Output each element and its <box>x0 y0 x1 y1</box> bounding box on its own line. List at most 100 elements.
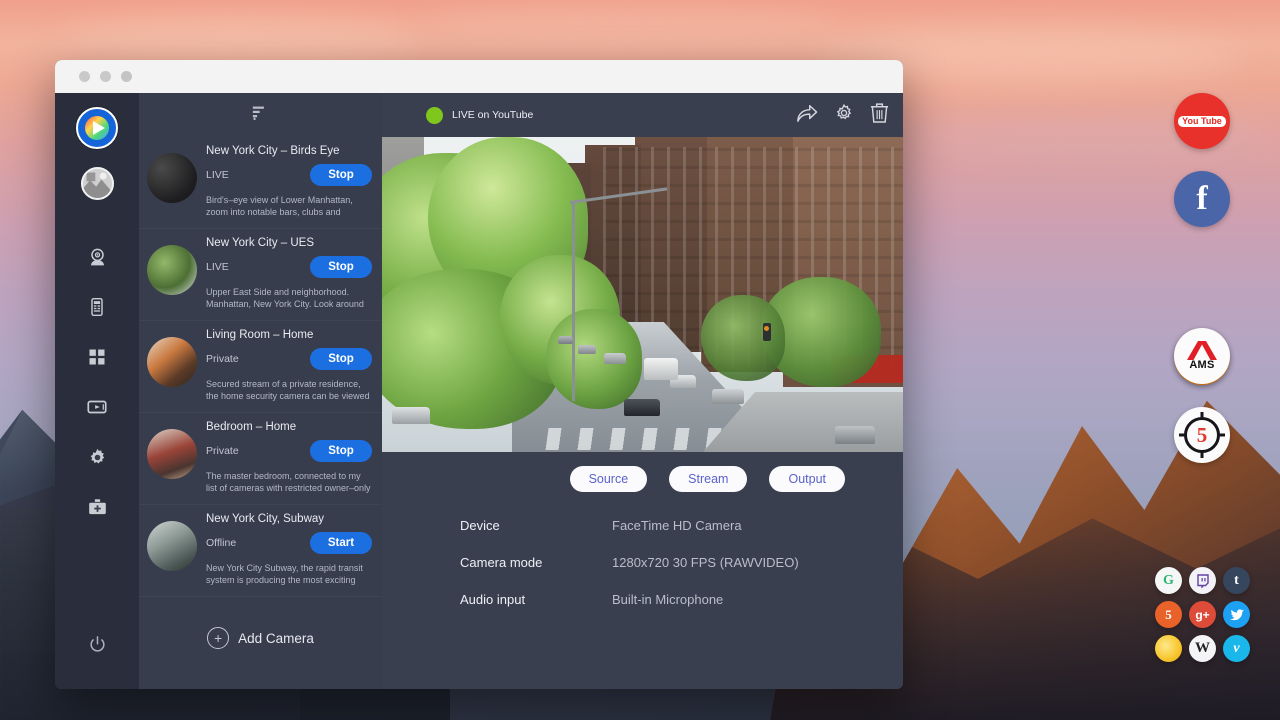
youtube-label: You Tube <box>1178 116 1226 127</box>
googleplus-icon[interactable]: g+ <box>1189 601 1216 628</box>
tab-stream[interactable]: Stream <box>669 466 747 492</box>
tab-output[interactable]: Output <box>769 466 845 492</box>
wordpress-label: W <box>1195 640 1210 657</box>
user-avatar[interactable] <box>81 167 114 200</box>
live-indicator-dot <box>426 107 443 124</box>
camera-status-row: LIVE Stop <box>206 256 372 278</box>
main-panel: LIVE on YouTube <box>382 93 903 689</box>
camera-status-row: OfflineStart <box>206 532 372 554</box>
zoom-button[interactable] <box>121 71 132 82</box>
camera-status: Private <box>206 353 239 365</box>
share-icon[interactable] <box>796 103 818 128</box>
tumblr-icon[interactable]: t <box>1223 567 1250 594</box>
sort-filter-icon[interactable] <box>252 104 269 126</box>
facebook-icon[interactable]: f <box>1174 171 1230 227</box>
googleplus-label: g+ <box>1195 608 1209 622</box>
video-player-icon <box>86 396 108 418</box>
sidebar-item-cameras[interactable] <box>74 234 120 280</box>
camera-description: The master bedroom, connected to my list… <box>206 470 372 494</box>
five-target-icon[interactable]: 5 <box>1174 407 1230 463</box>
sort-filter-glyph <box>252 104 269 121</box>
app-logo[interactable] <box>76 107 118 149</box>
source-details: DeviceFaceTime HD Camera Camera mode1280x… <box>382 492 903 629</box>
camera-name: Bedroom – Home <box>206 421 372 433</box>
subway-thumb <box>147 521 197 571</box>
camera-info: Bedroom – Home PrivateStop The master bedr… <box>206 421 372 494</box>
minimize-button[interactable] <box>100 71 111 82</box>
camera-stop-button[interactable]: Stop <box>310 348 372 370</box>
car <box>578 345 596 354</box>
camera-description: Secured stream of a private residence, t… <box>206 378 372 402</box>
bedroom-thumb <box>147 429 197 479</box>
power-button[interactable] <box>88 635 107 659</box>
grid-icon <box>87 347 107 367</box>
google-label: G <box>1163 573 1174 589</box>
avatar-photo-icon <box>83 167 112 200</box>
vimeo-label: v <box>1233 641 1239 657</box>
camera-stop-button[interactable]: Stop <box>310 440 372 462</box>
camera-list-item[interactable]: Bedroom – Home PrivateStop The master bedr… <box>139 413 382 505</box>
live-status: LIVE on YouTube <box>412 107 796 124</box>
car <box>558 336 573 344</box>
trash-can-glyph <box>870 102 889 123</box>
close-button[interactable] <box>79 71 90 82</box>
live-status-label: LIVE on YouTube <box>452 109 533 121</box>
twitter-icon[interactable] <box>1223 601 1250 628</box>
detail-label: Camera mode <box>460 555 612 570</box>
sidebar-item-tools[interactable] <box>74 484 120 530</box>
camera-start-button[interactable]: Start <box>310 532 372 554</box>
gear-icon <box>87 447 108 468</box>
camera-list-item[interactable]: New York City, SubwayOfflineStartNew Yor… <box>139 505 382 597</box>
twitter-bird-glyph <box>1230 609 1244 621</box>
detail-label: Device <box>460 518 612 533</box>
sidebar-item-grid[interactable] <box>74 334 120 380</box>
play-logo-icon <box>83 114 111 142</box>
camera-list-item[interactable]: New York City – Birds EyeLIVEStopBird's–… <box>139 137 382 229</box>
sidebar-item-broadcast[interactable] <box>74 384 120 430</box>
camera-list: New York City – Birds EyeLIVEStopBird's–… <box>139 137 382 597</box>
camera-status: LIVE <box>206 261 229 273</box>
google-icon[interactable]: G <box>1155 567 1182 594</box>
camera-info: New York City – UESLIVEStopUpper East Si… <box>206 237 372 310</box>
detail-value[interactable]: 1280x720 30 FPS (RAWVIDEO) <box>612 555 799 570</box>
twitch-glyph <box>1196 574 1210 588</box>
camera-list-panel: New York City – Birds EyeLIVEStopBird's–… <box>139 93 382 689</box>
flickr-icon[interactable] <box>1155 635 1182 662</box>
detail-row: Camera mode1280x720 30 FPS (RAWVIDEO) <box>460 555 903 570</box>
camera-status-row: PrivateStop <box>206 440 372 462</box>
toolbox-icon <box>87 497 108 518</box>
camera-info: New York City – Birds EyeLIVEStopBird's–… <box>206 145 372 218</box>
main-toolbar: LIVE on YouTube <box>382 93 903 137</box>
camera-status-row: LIVEStop <box>206 164 372 186</box>
trash-icon[interactable] <box>870 102 889 128</box>
car <box>835 426 875 444</box>
camera-stop-button[interactable]: Stop <box>310 164 372 186</box>
camera-stop-button[interactable]: Stop <box>310 256 372 278</box>
taxi-night-thumb <box>147 153 197 203</box>
window-titlebar[interactable] <box>55 60 903 93</box>
detail-value[interactable]: FaceTime HD Camera <box>612 518 742 533</box>
sidebar-item-settings[interactable] <box>74 434 120 480</box>
camera-list-item[interactable]: New York City – UESLIVEStopUpper East Si… <box>139 229 382 321</box>
cloud <box>420 6 840 46</box>
wordpress-icon[interactable]: W <box>1189 635 1216 662</box>
add-camera-button[interactable]: + Add Camera <box>139 597 382 649</box>
park-aerial-thumb <box>147 245 197 295</box>
youtube-icon[interactable]: You Tube <box>1174 93 1230 149</box>
vimeo-icon[interactable]: v <box>1223 635 1250 662</box>
share-arrow-glyph <box>796 103 818 123</box>
gear-icon[interactable] <box>834 103 854 128</box>
adobe-ams-icon[interactable]: AMS <box>1174 328 1230 384</box>
five-label: 5 <box>1197 423 1208 448</box>
add-camera-label: Add Camera <box>238 631 314 646</box>
tab-source[interactable]: Source <box>570 466 648 492</box>
car <box>604 353 626 364</box>
twitch-icon[interactable] <box>1189 567 1216 594</box>
camera-name: New York City – Birds Eye <box>206 145 372 157</box>
detail-value[interactable]: Built-in Microphone <box>612 592 723 607</box>
five-icon[interactable]: 5 <box>1155 601 1182 628</box>
video-preview[interactable] <box>382 137 903 452</box>
camera-list-item[interactable]: Living Room – HomePrivateStopSecured str… <box>139 321 382 413</box>
sidebar-item-devices[interactable] <box>74 284 120 330</box>
settings-gear-glyph <box>834 103 854 123</box>
